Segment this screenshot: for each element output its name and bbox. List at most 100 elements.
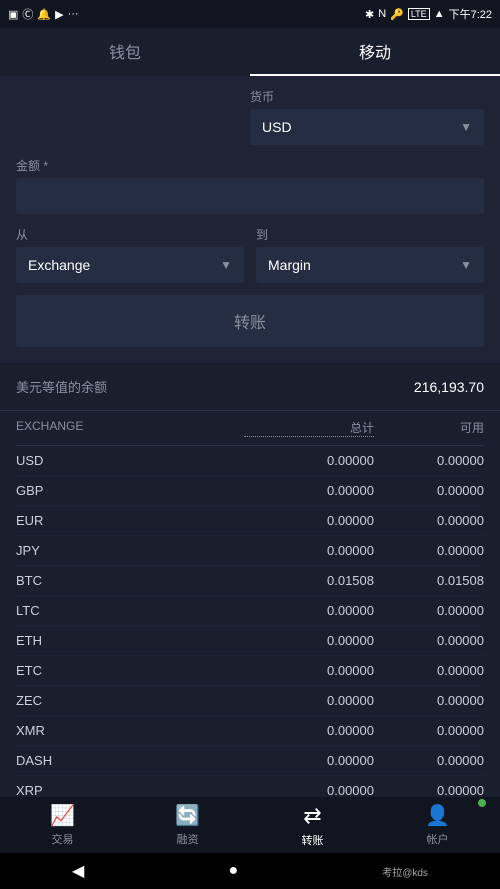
row-currency: BTC bbox=[16, 573, 244, 588]
to-select[interactable]: Margin ▼ bbox=[256, 247, 484, 283]
table-row: EUR 0.00000 0.00000 bbox=[16, 506, 484, 536]
table-row: LTC 0.00000 0.00000 bbox=[16, 596, 484, 626]
status-left-icons: ▣ Ⓒ 🔔 ▶ ··· bbox=[8, 6, 79, 22]
row-currency: GBP bbox=[16, 483, 244, 498]
nav-account[interactable]: 👤 帐户 bbox=[375, 797, 500, 853]
tab-wallet[interactable]: 钱包 bbox=[0, 28, 250, 76]
row-available: 0.00000 bbox=[374, 453, 484, 468]
row-total: 0.00000 bbox=[244, 453, 374, 468]
trade-icon: 📈 bbox=[50, 803, 75, 828]
amount-label: 金额 * bbox=[16, 157, 484, 174]
icon-signal: ▲ bbox=[434, 8, 445, 20]
android-nav: ◀ ● 考拉@kds bbox=[0, 853, 500, 889]
row-total: 0.00000 bbox=[244, 603, 374, 618]
amount-input[interactable] bbox=[16, 178, 484, 214]
home-button[interactable]: ● bbox=[228, 862, 238, 880]
row-total: 0.00000 bbox=[244, 633, 374, 648]
table-row: DASH 0.00000 0.00000 bbox=[16, 746, 484, 776]
tab-bar: 钱包 移动 bbox=[0, 28, 500, 76]
status-bar: ▣ Ⓒ 🔔 ▶ ··· ✱ N 🔑 LTE ▲ 下午7:22 bbox=[0, 0, 500, 28]
row-currency: DASH bbox=[16, 753, 244, 768]
table-row: ETC 0.00000 0.00000 bbox=[16, 656, 484, 686]
nav-trade-label: 交易 bbox=[52, 831, 74, 847]
row-available: 0.00000 bbox=[374, 633, 484, 648]
icon-key: 🔑 bbox=[390, 8, 404, 21]
transfer-button[interactable]: 转账 bbox=[16, 295, 484, 347]
row-available: 0.00000 bbox=[374, 663, 484, 678]
row-available: 0.00000 bbox=[374, 603, 484, 618]
row-currency: ETC bbox=[16, 663, 244, 678]
to-arrow-icon: ▼ bbox=[460, 258, 472, 272]
total-header: 总计 bbox=[244, 419, 374, 437]
balance-label: 美元等值的余额 bbox=[16, 377, 107, 396]
row-currency: ZEC bbox=[16, 693, 244, 708]
row-total: 0.00000 bbox=[244, 723, 374, 738]
currency-value: USD bbox=[262, 119, 292, 135]
nav-account-label: 帐户 bbox=[427, 831, 449, 847]
balance-value: 216,193.70 bbox=[414, 379, 484, 395]
exchange-label: EXCHANGE bbox=[16, 419, 244, 437]
table-row: JPY 0.00000 0.00000 bbox=[16, 536, 484, 566]
finance-icon: 🔄 bbox=[175, 803, 200, 828]
bottom-nav: 📈 交易 🔄 融资 ⇄ 转账 👤 帐户 bbox=[0, 797, 500, 853]
tab-transfer[interactable]: 移动 bbox=[250, 28, 500, 76]
icon-bell: 🔔 bbox=[37, 8, 51, 21]
status-right-icons: ✱ N 🔑 LTE ▲ 下午7:22 bbox=[365, 6, 492, 22]
from-select[interactable]: Exchange ▼ bbox=[16, 247, 244, 283]
currency-arrow-icon: ▼ bbox=[460, 120, 472, 134]
row-available: 0.01508 bbox=[374, 573, 484, 588]
row-currency: EUR bbox=[16, 513, 244, 528]
currency-select[interactable]: USD ▼ bbox=[250, 109, 484, 145]
from-arrow-icon: ▼ bbox=[220, 258, 232, 272]
icon-dots: ··· bbox=[68, 8, 79, 20]
balance-section: 美元等值的余额 216,193.70 bbox=[0, 363, 500, 411]
row-available: 0.00000 bbox=[374, 693, 484, 708]
icon-menu: ▣ bbox=[8, 8, 18, 21]
table-row: USD 0.00000 0.00000 bbox=[16, 446, 484, 476]
nav-finance[interactable]: 🔄 融资 bbox=[125, 797, 250, 853]
row-currency: ETH bbox=[16, 633, 244, 648]
from-group: 从 Exchange ▼ bbox=[16, 226, 244, 283]
transfer-icon: ⇄ bbox=[303, 803, 321, 829]
back-button[interactable]: ◀ bbox=[72, 861, 84, 881]
form-area: 货币 USD ▼ 金额 * 从 Exchange ▼ 到 Margin ▼ bbox=[0, 76, 500, 363]
row-available: 0.00000 bbox=[374, 483, 484, 498]
row-total: 0.00000 bbox=[244, 513, 374, 528]
table-row: BTC 0.01508 0.01508 bbox=[16, 566, 484, 596]
nav-transfer[interactable]: ⇄ 转账 bbox=[250, 797, 375, 853]
account-badge bbox=[478, 799, 486, 807]
row-total: 0.00000 bbox=[244, 543, 374, 558]
to-group: 到 Margin ▼ bbox=[256, 226, 484, 283]
table-section: EXCHANGE 总计 可用 USD 0.00000 0.00000 GBP 0… bbox=[0, 411, 500, 806]
table-header: EXCHANGE 总计 可用 bbox=[16, 411, 484, 446]
table-row: XMR 0.00000 0.00000 bbox=[16, 716, 484, 746]
row-total: 0.01508 bbox=[244, 573, 374, 588]
row-available: 0.00000 bbox=[374, 723, 484, 738]
icon-lte: LTE bbox=[408, 8, 430, 20]
table-row: GBP 0.00000 0.00000 bbox=[16, 476, 484, 506]
row-available: 0.00000 bbox=[374, 753, 484, 768]
icon-nfc: N bbox=[378, 8, 386, 20]
account-icon: 👤 bbox=[425, 803, 450, 828]
row-total: 0.00000 bbox=[244, 753, 374, 768]
table-row: ETH 0.00000 0.00000 bbox=[16, 626, 484, 656]
row-currency: XMR bbox=[16, 723, 244, 738]
row-total: 0.00000 bbox=[244, 693, 374, 708]
currency-row: 货币 USD ▼ bbox=[16, 88, 484, 145]
row-currency: JPY bbox=[16, 543, 244, 558]
nav-transfer-label: 转账 bbox=[302, 832, 324, 848]
from-label: 从 bbox=[16, 226, 244, 243]
amount-row: 金额 * bbox=[16, 157, 484, 214]
row-total: 0.00000 bbox=[244, 663, 374, 678]
row-total: 0.00000 bbox=[244, 483, 374, 498]
icon-play: ▶ bbox=[55, 8, 63, 21]
row-total: 0.00000 bbox=[244, 783, 374, 798]
currency-label: 货币 bbox=[250, 88, 484, 105]
from-value: Exchange bbox=[28, 257, 90, 273]
amount-group: 金额 * bbox=[16, 157, 484, 214]
icon-bluetooth: ✱ bbox=[365, 8, 374, 21]
nav-finance-label: 融资 bbox=[177, 831, 199, 847]
row-currency: LTC bbox=[16, 603, 244, 618]
row-available: 0.00000 bbox=[374, 543, 484, 558]
nav-trade[interactable]: 📈 交易 bbox=[0, 797, 125, 853]
